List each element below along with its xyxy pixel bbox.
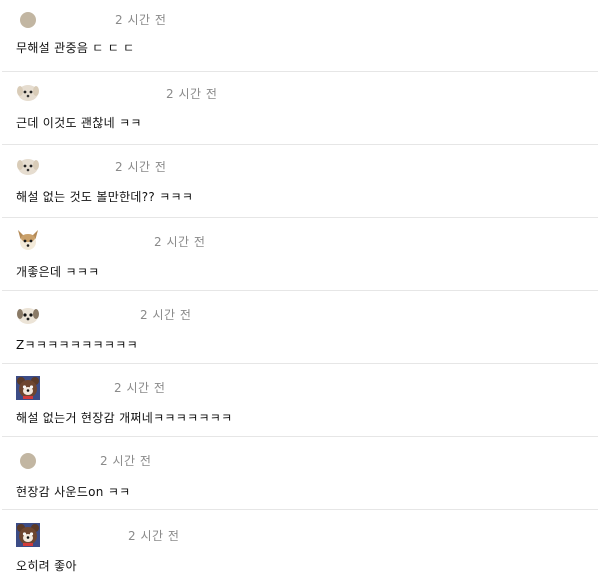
bear-icon (16, 523, 40, 547)
dot-avatar-icon (20, 12, 36, 28)
bear-avatar[interactable] (16, 376, 40, 400)
comment-text: 오히려 좋아 (16, 559, 77, 573)
comment-text: 개좋은데 ㅋㅋㅋ (16, 265, 100, 279)
puppy-avatar[interactable] (16, 154, 40, 178)
comment-timestamp: 2 시간 전 (115, 13, 167, 27)
dot-avatar[interactable] (16, 449, 40, 473)
chihuahua-icon (18, 230, 38, 250)
comment-item: 2 시간 전 해설 없는거 현장감 개쩌네ㅋㅋㅋㅋㅋㅋㅋ (0, 363, 600, 437)
puppy-icon (17, 159, 39, 175)
comment-item: 2 시간 전 Zㅋㅋㅋㅋㅋㅋㅋㅋㅋㅋ (0, 290, 600, 364)
comment-text: 근데 이것도 괜찮네 ㅋㅋ (16, 116, 142, 130)
comment-text: 현장감 사운드on ㅋㅋ (16, 485, 131, 499)
comment-item: 2 시간 전 현장감 사운드on ㅋㅋ (0, 436, 600, 510)
comment-list: 2 시간 전 무해설 관중음 ㄷ ㄷ ㄷ 2 시간 전 근데 이것도 괜찮네 ㅋ… (0, 0, 600, 584)
comment-text: 해설 없는 것도 볼만한데?? ㅋㅋㅋ (16, 190, 194, 204)
comment-timestamp: 2 시간 전 (100, 454, 152, 468)
dot-avatar-icon (20, 453, 36, 469)
comment-item: 2 시간 전 근데 이것도 괜찮네 ㅋㅋ (0, 71, 600, 145)
comment-text: Zㅋㅋㅋㅋㅋㅋㅋㅋㅋㅋ (16, 338, 138, 352)
comment-timestamp: 2 시간 전 (114, 381, 166, 395)
puppy-icon (17, 85, 39, 101)
comment-item: 2 시간 전 무해설 관중음 ㄷ ㄷ ㄷ (0, 0, 600, 73)
bear-avatar[interactable] (16, 523, 40, 547)
comment-timestamp: 2 시간 전 (154, 235, 206, 249)
dot-avatar[interactable] (16, 8, 40, 32)
comment-item: 2 시간 전 개좋은데 ㅋㅋㅋ (0, 217, 600, 291)
comment-item: 2 시간 전 해설 없는 것도 볼만한데?? ㅋㅋㅋ (0, 144, 600, 218)
bear-icon (16, 376, 40, 400)
comment-timestamp: 2 시간 전 (166, 87, 218, 101)
puppy-avatar[interactable] (16, 303, 40, 327)
comment-text: 해설 없는거 현장감 개쩌네ㅋㅋㅋㅋㅋㅋㅋ (16, 411, 233, 425)
comment-item: 2 시간 전 오히려 좋아 (0, 509, 600, 583)
puppy-icon (17, 308, 39, 324)
comment-timestamp: 2 시간 전 (140, 308, 192, 322)
comment-timestamp: 2 시간 전 (128, 529, 180, 543)
chihuahua-avatar[interactable] (16, 228, 40, 252)
comment-text: 무해설 관중음 ㄷ ㄷ ㄷ (16, 41, 135, 55)
comment-timestamp: 2 시간 전 (115, 160, 167, 174)
puppy-avatar[interactable] (16, 80, 40, 104)
